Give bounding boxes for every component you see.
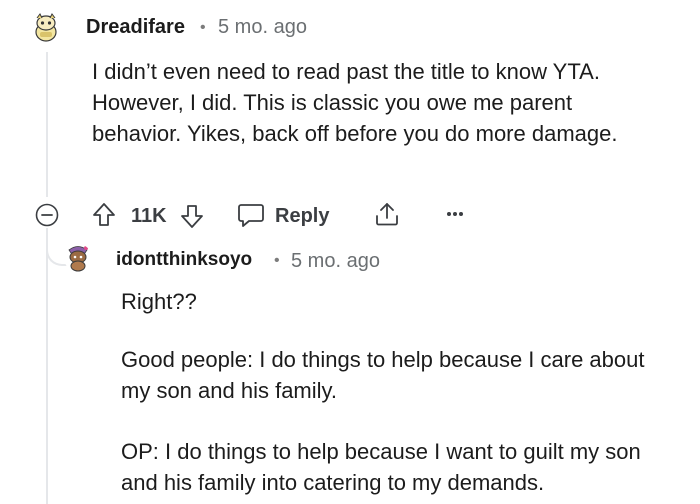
comment-paragraph: OP: I do things to help because I want t… bbox=[121, 439, 641, 495]
reply-bubble-icon bbox=[238, 204, 264, 227]
comment-timestamp[interactable]: 5 mo. ago bbox=[218, 16, 307, 39]
comment-body: I didn’t even need to read past the titl… bbox=[92, 59, 618, 146]
share-icon bbox=[376, 203, 398, 226]
collapse-button[interactable] bbox=[35, 203, 59, 227]
upvote-button[interactable] bbox=[92, 202, 116, 228]
collapse-minus-icon bbox=[35, 203, 59, 227]
comment-paragraph: Good people: I do things to help because… bbox=[121, 347, 645, 403]
downvote-arrow-icon bbox=[181, 205, 203, 228]
reply-label: Reply bbox=[275, 205, 330, 227]
upvote-arrow-icon bbox=[93, 203, 115, 226]
meta-separator: • bbox=[274, 252, 280, 269]
more-options-button[interactable] bbox=[446, 211, 464, 217]
vote-score: 11K bbox=[131, 205, 167, 227]
downvote-button[interactable] bbox=[180, 203, 204, 229]
snoo-avatar-icon bbox=[64, 244, 92, 272]
avatar[interactable] bbox=[64, 244, 92, 272]
comment-timestamp[interactable]: 5 mo. ago bbox=[291, 250, 380, 273]
reply-button[interactable]: Reply bbox=[237, 202, 331, 228]
comment-author[interactable]: idontthinksoyo bbox=[116, 249, 252, 271]
thread-line-main bbox=[46, 52, 48, 197]
share-button[interactable] bbox=[373, 200, 401, 228]
avatar[interactable] bbox=[30, 12, 62, 44]
thread-line-child bbox=[46, 232, 48, 504]
comment-author[interactable]: Dreadifare bbox=[86, 16, 185, 39]
snoo-avatar-icon bbox=[30, 12, 62, 44]
meta-separator: • bbox=[200, 19, 206, 36]
more-dots-icon bbox=[447, 212, 463, 216]
comment-paragraph: Right?? bbox=[121, 289, 197, 314]
